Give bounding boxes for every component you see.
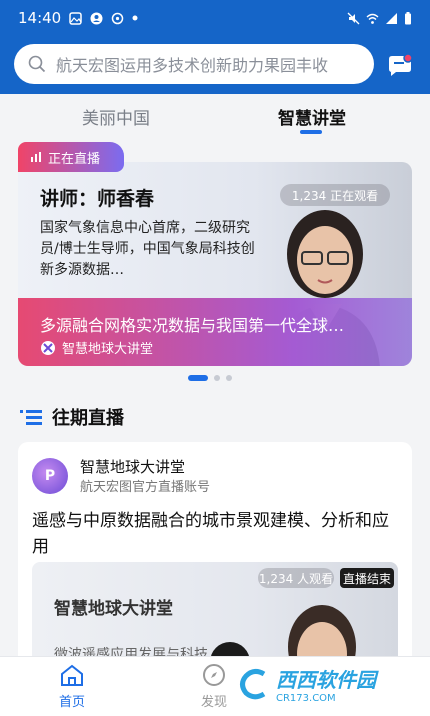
carousel-dot[interactable] — [226, 375, 232, 381]
carousel-dot[interactable] — [214, 375, 220, 381]
account-name[interactable]: 智慧地球大讲堂 — [80, 456, 185, 477]
top-header: 航天宏图运用多技术创新助力果园丰收 — [0, 36, 430, 94]
channel-logo-icon — [41, 340, 55, 355]
active-tab-indicator — [300, 130, 322, 134]
status-bar: 14:40 — [0, 0, 430, 36]
replay-viewer-count: 1,234 人观看 — [258, 568, 334, 588]
account-subtitle: 航天宏图官方直播账号 — [80, 480, 211, 495]
teacher-description: 国家气象信息中心首席，二级研究员/博士生导师，中国气象局科技创新多源数据… — [40, 220, 255, 278]
watermark-sub: CR173.COM — [276, 693, 336, 704]
live-ended-badge: 直播结束 — [340, 568, 394, 588]
watermark-text: 西西软件园 — [276, 668, 376, 692]
live-title-banner: 多源融合网格实况数据与我国第一代全球… 智慧地球大讲堂 — [18, 298, 412, 366]
tab-smart-classroom[interactable]: 智慧讲堂 — [278, 104, 346, 129]
live-viewer-count: 1,234 正在观看 — [280, 184, 390, 206]
teacher-name: 讲师：师香春 — [40, 188, 155, 210]
account-icon — [90, 12, 103, 24]
section-header: 往期直播 — [20, 404, 124, 430]
sync-icon — [111, 12, 124, 24]
dot-icon — [132, 15, 138, 21]
live-tag: 正在直播 — [18, 142, 124, 172]
home-icon — [61, 664, 83, 686]
watermark: 西西软件园 CR173.COM — [232, 662, 410, 706]
replay-card[interactable]: P 智慧地球大讲堂 航天宏图官方直播账号 遥感与中原数据融合的城市景观建模、分析… — [18, 442, 412, 682]
replay-title[interactable]: 遥感与中原数据融合的城市景观建模、分析和应用 — [32, 508, 400, 560]
account-avatar[interactable]: P — [32, 458, 68, 494]
live-title: 多源融合网格实况数据与我国第一代全球… — [40, 316, 345, 335]
live-card[interactable]: 讲师：师香春 国家气象信息中心首席，二级研究员/博士生导师，中国气象局科技创新多… — [18, 162, 412, 366]
search-icon — [28, 55, 46, 73]
list-icon — [20, 410, 42, 425]
category-tabs: 美丽中国 智慧讲堂 — [0, 94, 430, 138]
compass-icon — [203, 664, 225, 686]
section-title: 往期直播 — [52, 408, 124, 429]
carousel-dot-active[interactable] — [188, 375, 208, 381]
message-button[interactable] — [386, 52, 414, 78]
tab-home-label: 首页 — [58, 695, 85, 710]
carousel-indicator — [188, 375, 232, 381]
thumbnail-title: 智慧地球大讲堂 — [54, 599, 173, 619]
live-source: 智慧地球大讲堂 — [40, 338, 153, 357]
watermark-logo-icon — [240, 668, 266, 700]
tab-beautiful-china[interactable]: 美丽中国 — [82, 104, 150, 129]
mute-icon — [347, 12, 360, 24]
live-bars-icon — [31, 152, 41, 162]
signal-icon — [386, 12, 397, 24]
live-tag-label: 正在直播 — [48, 151, 101, 167]
search-placeholder: 航天宏图运用多技术创新助力果园丰收 — [56, 56, 329, 75]
message-icon — [389, 53, 413, 76]
live-source-name: 智慧地球大讲堂 — [62, 342, 154, 357]
wifi-icon — [366, 13, 379, 24]
battery-icon — [405, 11, 411, 24]
search-input[interactable]: 航天宏图运用多技术创新助力果园丰收 — [14, 44, 374, 84]
status-time: 14:40 — [18, 9, 62, 27]
image-icon — [69, 11, 82, 25]
tab-home[interactable]: 首页 — [42, 663, 102, 710]
